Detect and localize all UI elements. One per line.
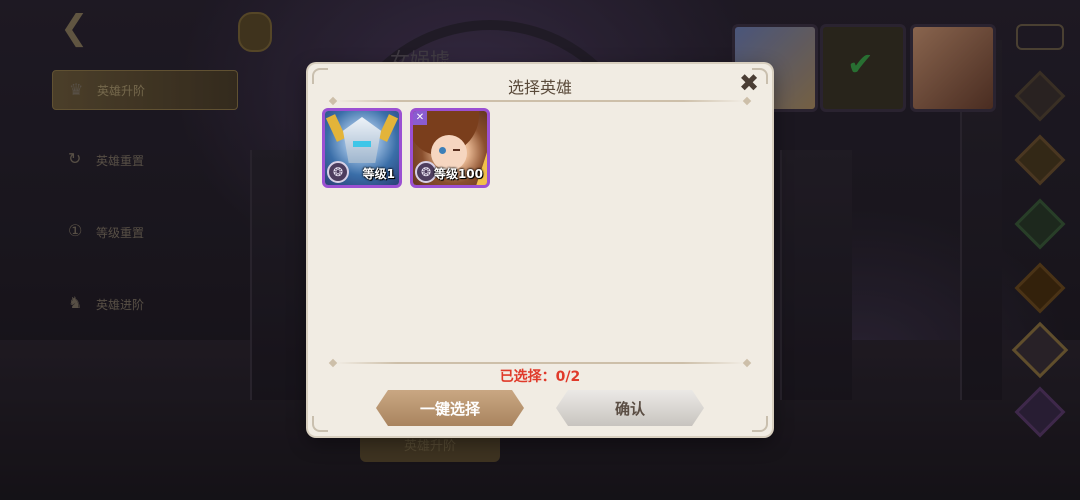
rank-corner-icon: [477, 175, 487, 185]
faction-icon: ❂: [327, 161, 349, 183]
hero-card[interactable]: ✕ ❂ 等级100: [410, 108, 490, 188]
hero-level: 等级1: [362, 167, 395, 181]
dialog-title: 选择英雄: [507, 78, 572, 97]
close-icon[interactable]: ✖: [736, 70, 762, 96]
divider: [336, 100, 744, 102]
confirm-label: 确认: [614, 399, 645, 418]
confirm-button[interactable]: 确认: [556, 390, 704, 426]
divider: [336, 362, 744, 364]
corner-ornament: [752, 416, 768, 432]
hero-level: 等级100: [433, 167, 483, 181]
class-badge-icon: ✕: [413, 111, 427, 125]
select-hero-dialog: 选择英雄 ✖ ❂ 等级1 ✕ ❂ 等级100 已选择：0/2 一键选择 确认: [308, 64, 772, 436]
corner-ornament: [312, 416, 328, 432]
selected-count: 已选择：0/2: [499, 369, 581, 385]
auto-select-button[interactable]: 一键选择: [376, 390, 524, 426]
auto-select-label: 一键选择: [419, 399, 480, 418]
hero-card[interactable]: ❂ 等级1: [322, 108, 402, 188]
